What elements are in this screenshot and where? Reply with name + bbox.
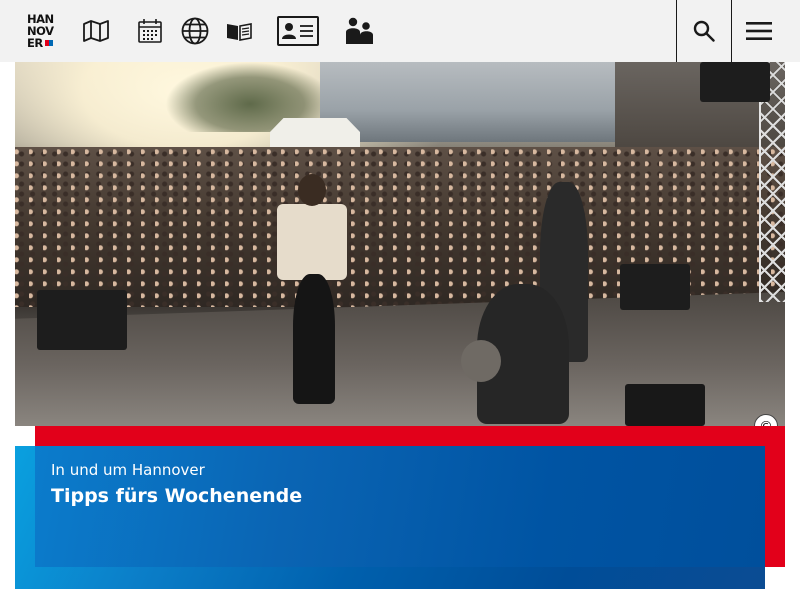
hero-speaker-top <box>700 62 770 102</box>
hero-monitor <box>625 384 705 426</box>
teaser-kicker: In und um Hannover <box>51 461 205 479</box>
hero-guitarist-shirt <box>277 204 347 280</box>
id-card-icon[interactable] <box>277 16 319 46</box>
hero-image[interactable] <box>15 62 785 426</box>
hannover-logo[interactable]: HAN NOV ER <box>27 13 55 49</box>
hero-speaker-right <box>620 264 690 310</box>
logo-mark <box>45 40 53 46</box>
map-icon[interactable] <box>82 17 110 45</box>
hamburger-menu-icon <box>746 22 772 40</box>
menu-button[interactable] <box>731 0 786 62</box>
hero-drum <box>461 340 501 382</box>
book-icon[interactable] <box>225 17 253 45</box>
search-icon <box>693 20 715 42</box>
calendar-icon[interactable] <box>136 17 164 45</box>
hero-guitarist <box>293 274 335 404</box>
hero-guitarist-head <box>298 174 326 206</box>
globe-icon[interactable] <box>180 17 210 45</box>
people-icon[interactable] <box>343 17 375 45</box>
teaser-title[interactable]: Tipps fürs Wochenende <box>51 485 302 507</box>
hero-speaker-left <box>37 290 127 350</box>
site-header: HAN NOV ER <box>0 0 800 62</box>
search-button[interactable] <box>676 0 731 62</box>
